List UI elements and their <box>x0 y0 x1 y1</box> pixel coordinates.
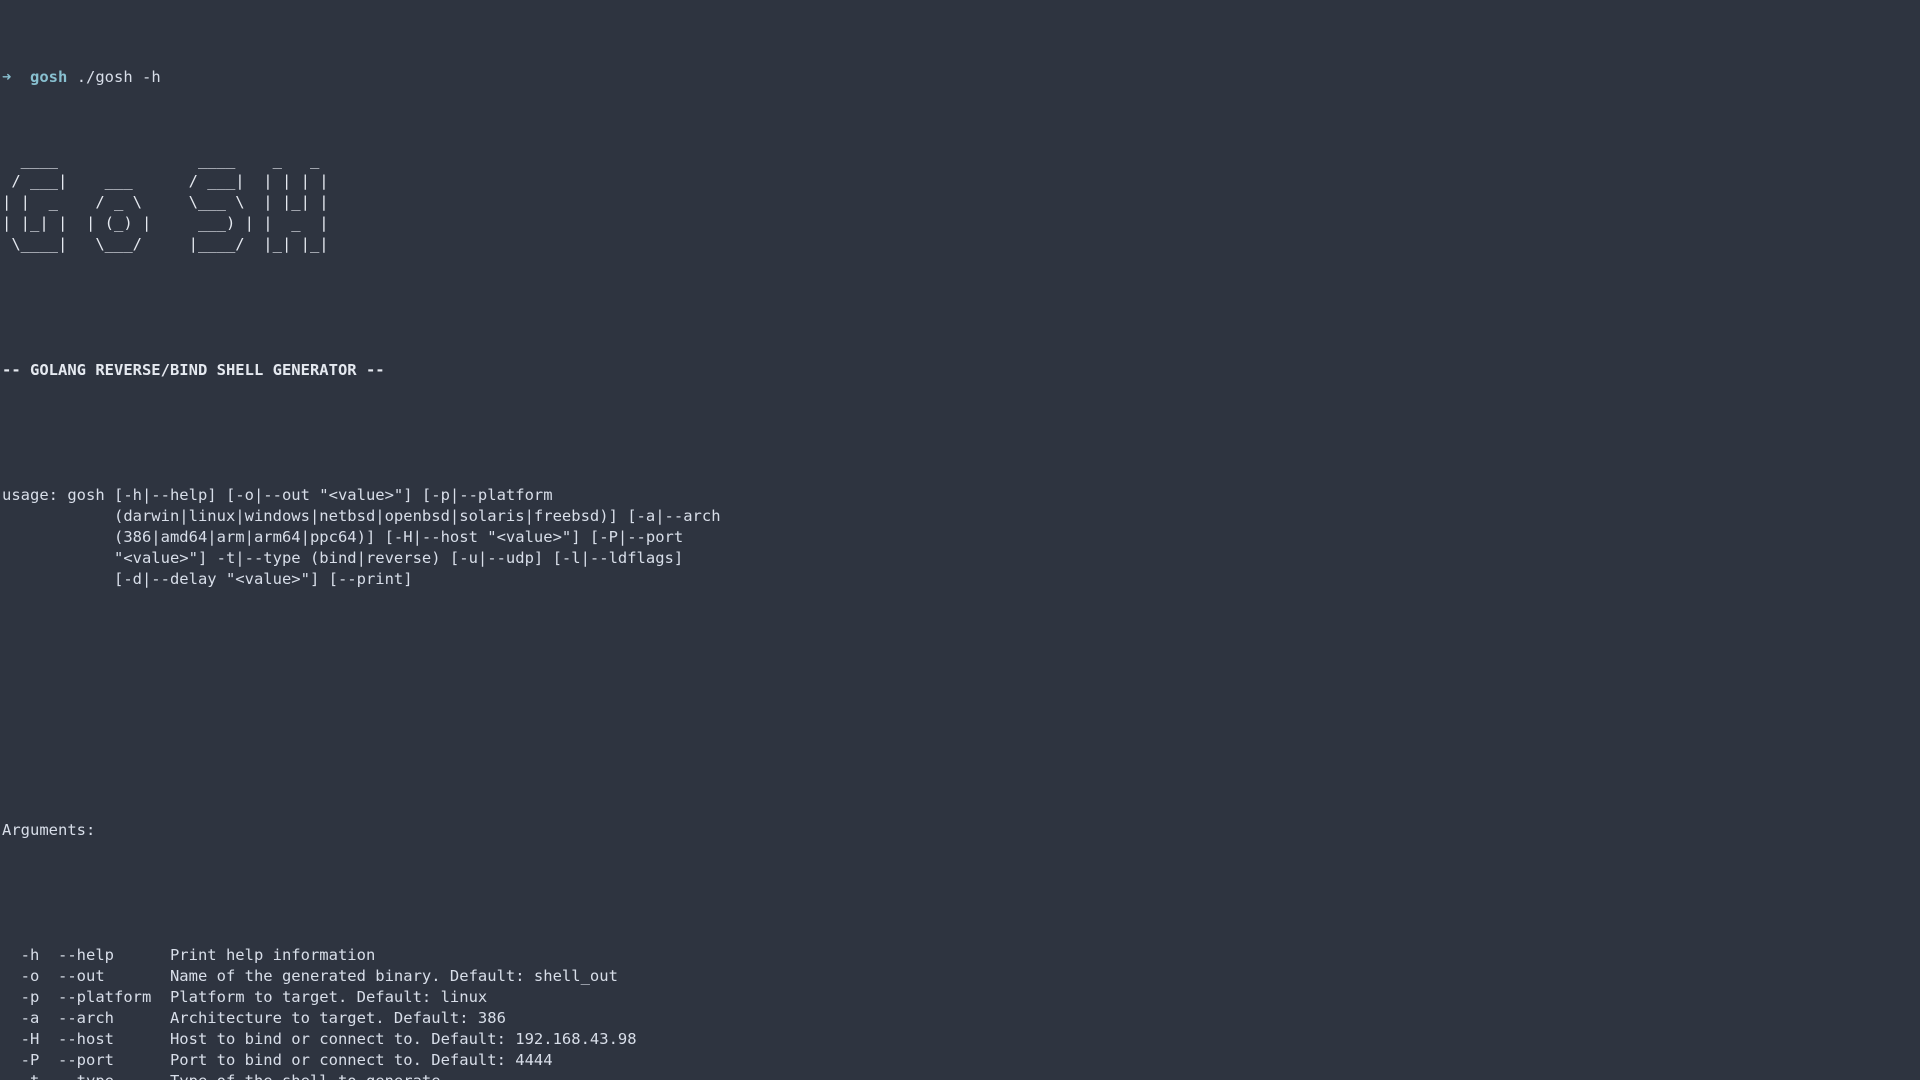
blank-line-5 <box>2 757 1918 778</box>
arguments-header: Arguments: <box>2 820 1918 841</box>
ascii-banner: ____ ____ _ _ / ___| ___ / ___| | | | | … <box>2 150 1918 255</box>
blank-line-4 <box>2 694 1918 715</box>
prompt-cwd: gosh <box>30 68 67 86</box>
terminal[interactable]: ➜ gosh ./gosh -h ____ ____ _ _ / ___| __… <box>0 0 1920 1080</box>
blank-line-6 <box>2 883 1918 904</box>
blank-line-1 <box>2 297 1918 318</box>
program-title: -- GOLANG REVERSE/BIND SHELL GENERATOR -… <box>2 360 1918 381</box>
blank-line-3 <box>2 632 1918 653</box>
blank-line-2 <box>2 422 1918 443</box>
arguments-list: -h --help Print help information -o --ou… <box>2 945 1918 1080</box>
usage-block: usage: gosh [-h|--help] [-o|--out "<valu… <box>2 485 1918 590</box>
prompt-line-1: ➜ gosh ./gosh -h <box>2 67 1918 88</box>
prompt-arrow-icon: ➜ <box>2 68 11 86</box>
prompt-command: ./gosh -h <box>77 68 161 86</box>
